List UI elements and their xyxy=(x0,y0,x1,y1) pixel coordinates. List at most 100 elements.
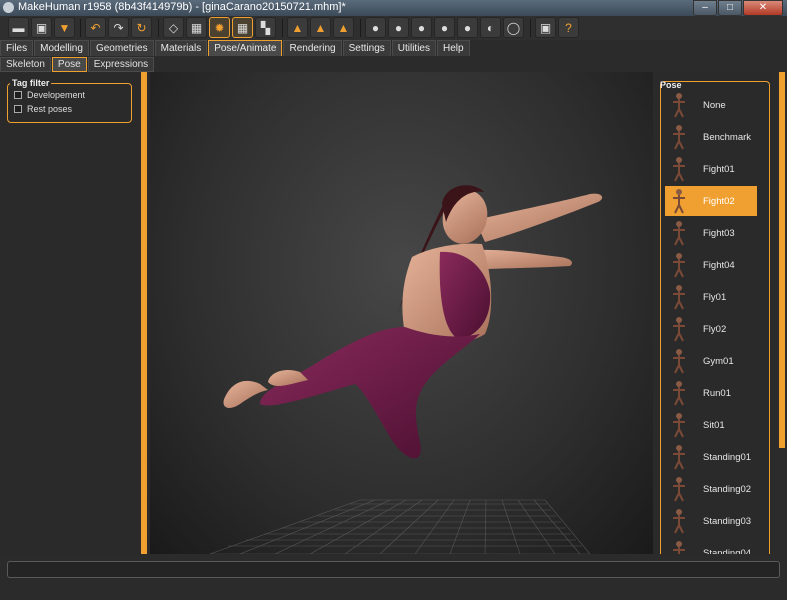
tab-rendering[interactable]: Rendering xyxy=(283,40,342,56)
front-arm xyxy=(475,193,603,242)
pose-item-fly01[interactable]: Fly01 xyxy=(665,282,757,312)
rest-poses-label: Rest poses xyxy=(27,104,73,114)
pose-item-none[interactable]: None xyxy=(665,90,757,120)
pose-item-label: Fight03 xyxy=(703,227,735,239)
save-icon[interactable]: ▣ xyxy=(31,17,52,38)
tag-filter-group: Tag filter Developement Rest poses xyxy=(7,78,132,123)
pose-item-label: Standing01 xyxy=(703,451,752,463)
head-left-icon[interactable]: ● xyxy=(411,17,432,38)
pose-thumbnail xyxy=(667,379,691,407)
developement-label: Developement xyxy=(27,90,86,100)
viewport-scene xyxy=(209,185,603,554)
pose-item-gym01[interactable]: Gym01 xyxy=(665,346,757,376)
toggle-smooth-icon[interactable]: ▬ xyxy=(8,17,29,38)
pose-thumbnail xyxy=(667,315,691,343)
pose-thumbnail xyxy=(667,187,691,215)
reset-icon[interactable]: ↻ xyxy=(131,17,152,38)
back-view-icon[interactable]: ▲ xyxy=(310,17,331,38)
right-panel: Pose None Benchmark Fight01 Fight02 Fight03 F… xyxy=(657,72,772,566)
close-button[interactable]: ✕ xyxy=(743,0,783,16)
pose-item-label: Standing02 xyxy=(703,483,752,495)
3d-viewport[interactable] xyxy=(150,72,653,554)
head-right-icon[interactable]: ● xyxy=(434,17,455,38)
tab-utilities[interactable]: Utilities xyxy=(391,40,436,56)
sub-tabs: Skeleton Pose Expressions xyxy=(0,57,155,72)
pose-item-label: Fight01 xyxy=(703,163,735,175)
pose-item-standing02[interactable]: Standing02 xyxy=(665,474,757,504)
minimize-button[interactable]: – xyxy=(693,0,717,16)
front-view-icon[interactable]: ▲ xyxy=(287,17,308,38)
pose-item-run01[interactable]: Run01 xyxy=(665,378,757,408)
status-progress-field xyxy=(7,561,780,578)
head-bottom-icon[interactable]: ◐ xyxy=(480,17,501,38)
side-view-icon[interactable]: ▲ xyxy=(333,17,354,38)
pose-item-fight03[interactable]: Fight03 xyxy=(665,218,757,248)
pose-item-fight02[interactable]: Fight02 xyxy=(665,186,757,216)
pose-item-fight01[interactable]: Fight01 xyxy=(665,154,757,184)
undo-icon[interactable]: ↶ xyxy=(85,17,106,38)
main-tabs: Files Modelling Geometries Materials Pos… xyxy=(0,40,471,56)
rest-poses-checkbox-row[interactable]: Rest poses xyxy=(14,104,72,114)
mesh-icon[interactable]: ▦ xyxy=(186,17,207,38)
rest-poses-checkbox[interactable] xyxy=(14,105,22,113)
subtab-expressions[interactable]: Expressions xyxy=(87,57,155,72)
left-panel: Tag filter Developement Rest poses xyxy=(0,72,141,554)
tab-settings[interactable]: Settings xyxy=(342,40,391,56)
subtab-skeleton[interactable]: Skeleton xyxy=(0,57,51,72)
toolbar-separator xyxy=(360,19,361,37)
tab-pose-animate[interactable]: Pose/Animate xyxy=(208,40,283,56)
pose-item-fly02[interactable]: Fly02 xyxy=(665,314,757,344)
subtab-pose[interactable]: Pose xyxy=(51,57,87,72)
developement-checkbox-row[interactable]: Developement xyxy=(14,90,85,100)
pose-item-label: Fight02 xyxy=(703,195,735,207)
pose-list-scrollbar[interactable] xyxy=(779,72,785,448)
pose-item-label: Run01 xyxy=(703,387,731,399)
toolbar-separator xyxy=(80,19,81,37)
redo-icon[interactable]: ↷ xyxy=(108,17,129,38)
toolbar-separator xyxy=(530,19,531,37)
tab-help[interactable]: Help xyxy=(437,40,470,56)
maximize-button[interactable]: □ xyxy=(718,0,742,16)
head-front-icon[interactable]: ● xyxy=(365,17,386,38)
pose-item-label: Fight04 xyxy=(703,259,735,271)
developement-checkbox[interactable] xyxy=(14,91,22,99)
pose-thumbnail xyxy=(667,347,691,375)
pose-thumbnail xyxy=(667,475,691,503)
head-top-icon[interactable]: ● xyxy=(457,17,478,38)
pose-item-standing03[interactable]: Standing03 xyxy=(665,506,757,536)
pose-item-label: Sit01 xyxy=(703,419,725,431)
status-bar xyxy=(0,554,787,600)
pose-thumbnail xyxy=(667,507,691,535)
wireframe-icon[interactable]: ◇ xyxy=(163,17,184,38)
pose-thumbnail xyxy=(667,219,691,247)
tab-modelling[interactable]: Modelling xyxy=(34,40,89,56)
pose-thumbnail xyxy=(667,155,691,183)
tab-geometries[interactable]: Geometries xyxy=(89,40,154,56)
reset-camera-icon[interactable]: ◯ xyxy=(503,17,524,38)
pose-item-sit01[interactable]: Sit01 xyxy=(665,410,757,440)
pose-icon[interactable]: ✹ xyxy=(209,17,230,38)
head-back-icon[interactable]: ● xyxy=(388,17,409,38)
pose-thumbnail xyxy=(667,251,691,279)
screenshot-icon[interactable]: ▣ xyxy=(535,17,556,38)
toolbar: ▬ ▣ ▼ ↶ ↷ ↻ ◇ ▦ ✹ ▦ ▚ ▲ ▲ ▲ ● ● ● ● ● ◐ … xyxy=(0,16,787,40)
tab-materials[interactable]: Materials xyxy=(154,40,208,56)
left-panel-scrollbar[interactable] xyxy=(141,72,147,554)
pose-item-standing01[interactable]: Standing01 xyxy=(665,442,757,472)
help-icon[interactable]: ? xyxy=(558,17,579,38)
pose-item-label: Standing03 xyxy=(703,515,752,527)
tab-files[interactable]: Files xyxy=(0,40,34,56)
pose-item-fight04[interactable]: Fight04 xyxy=(665,250,757,280)
pose-thumbnail xyxy=(667,123,691,151)
pose-thumbnail xyxy=(667,91,691,119)
checker-icon[interactable]: ▚ xyxy=(255,17,276,38)
pose-item-label: Fly01 xyxy=(703,291,727,303)
floor-grid xyxy=(209,499,591,554)
export-icon[interactable]: ▼ xyxy=(54,17,75,38)
pose-thumbnail xyxy=(667,411,691,439)
app-icon xyxy=(3,2,14,13)
window-title: MakeHuman r1958 (8b43f414979b) - [ginaCa… xyxy=(18,1,346,13)
grid-icon[interactable]: ▦ xyxy=(232,17,253,38)
pose-item-label: Fly02 xyxy=(703,323,727,335)
pose-item-benchmark[interactable]: Benchmark xyxy=(665,122,757,152)
